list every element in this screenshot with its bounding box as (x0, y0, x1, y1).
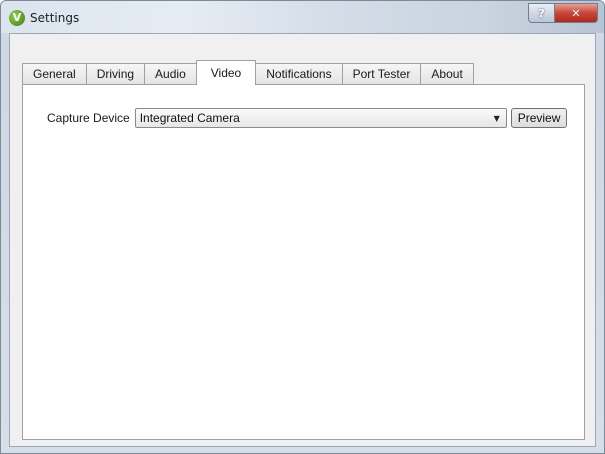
capture-device-select[interactable]: Integrated Camera ▼ (134, 108, 507, 128)
capture-device-label: Capture Device (47, 111, 130, 125)
window-title: Settings (30, 11, 80, 25)
app-logo-icon: V (9, 10, 25, 26)
tab-general[interactable]: General (22, 63, 87, 84)
title-bar[interactable]: V Settings ? ✕ (1, 1, 604, 33)
capture-device-row: Capture Device Integrated Camera ▼ Previ… (47, 108, 568, 128)
dialog-client-area: General Driving Audio Video Notification… (9, 33, 596, 447)
preview-button[interactable]: Preview (510, 108, 568, 128)
tab-audio[interactable]: Audio (144, 63, 197, 84)
close-button[interactable]: ✕ (555, 3, 598, 23)
tab-about[interactable]: About (420, 63, 474, 84)
tab-driving[interactable]: Driving (85, 63, 146, 84)
tab-port-tester[interactable]: Port Tester (341, 63, 422, 84)
dropdown-arrow-icon[interactable]: ▼ (494, 114, 500, 123)
title-buttons: ? ✕ (528, 3, 598, 23)
video-tab-panel: Capture Device Integrated Camera ▼ Previ… (22, 84, 585, 440)
tab-strip: General Driving Audio Video Notification… (22, 60, 474, 85)
tab-notifications[interactable]: Notifications (255, 63, 343, 84)
settings-window: V Settings ? ✕ General Driving Audio Vid… (0, 0, 605, 454)
help-button[interactable]: ? (528, 3, 555, 23)
tab-video[interactable]: Video (195, 60, 257, 85)
capture-device-value: Integrated Camera (139, 111, 240, 125)
